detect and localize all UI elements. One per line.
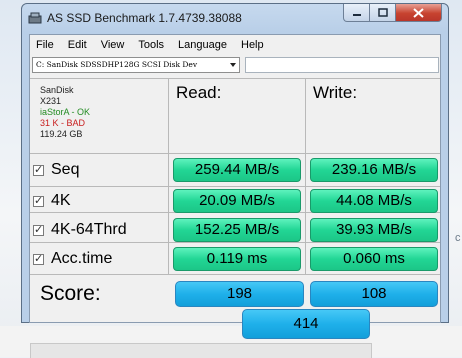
row-acc-time: Acc.time (33, 246, 112, 272)
menu-help[interactable]: Help (234, 39, 271, 51)
close-button[interactable] (396, 4, 442, 22)
drive-info: SanDisk X231 iaStorA - OK 31 K - BAD 119… (40, 85, 90, 140)
read-score: 198 (175, 281, 304, 307)
menu-view[interactable]: View (94, 39, 132, 51)
4k-64thrd-read-result: 152.25 MB/s (173, 218, 301, 242)
window-title: AS SSD Benchmark 1.7.4739.38088 (47, 11, 242, 25)
maximize-icon (377, 8, 388, 17)
close-icon (413, 7, 424, 18)
seq-read-result: 259.44 MB/s (173, 158, 301, 182)
grid-line (30, 274, 440, 275)
score-label: Score: (40, 282, 101, 305)
4k-64thrd-checkbox[interactable] (33, 223, 44, 236)
row-4k: 4K (33, 188, 71, 214)
alignment-status: 31 K - BAD (40, 118, 86, 128)
row-seq: Seq (33, 157, 79, 183)
grid-line (305, 78, 306, 274)
status-field (245, 57, 439, 73)
grid-line (30, 78, 440, 79)
menu-language[interactable]: Language (171, 39, 234, 51)
acc-time-write-result: 0.060 ms (310, 247, 438, 271)
4k-label: 4K (51, 192, 71, 209)
menu-bar: File Edit View Tools Language Help (30, 35, 440, 55)
grid-line (30, 153, 440, 154)
acc-time-checkbox[interactable] (33, 252, 44, 265)
minimize-button[interactable] (343, 4, 370, 22)
4k-checkbox[interactable] (33, 194, 44, 207)
drive-capacity: 119.24 GB (40, 129, 83, 139)
4k-64thrd-write-result: 39.93 MB/s (310, 218, 438, 242)
4k-read-result: 20.09 MB/s (173, 189, 301, 213)
acc-time-label: Acc.time (51, 250, 113, 267)
4k-64thrd-label: 4K-64Thrd (51, 221, 127, 238)
dropdown-arrow-icon[interactable] (230, 63, 236, 67)
drive-select[interactable]: C: SanDisk SDSSDHP128G SCSI Disk Dev (32, 57, 240, 73)
benchmark-window: AS SSD Benchmark 1.7.4739.38088 File Edi… (21, 3, 449, 339)
maximize-button[interactable] (370, 4, 396, 22)
title-bar[interactable]: AS SSD Benchmark 1.7.4739.38088 (22, 4, 448, 32)
write-score: 108 (310, 281, 438, 307)
drive-select-value: C: SanDisk SDSSDHP128G SCSI Disk Dev (36, 60, 198, 69)
minimize-icon (352, 13, 361, 16)
grid-line (168, 78, 169, 274)
drive-vendor: SanDisk (40, 85, 74, 95)
total-score: 414 (242, 309, 370, 339)
grid-line (30, 186, 440, 187)
driver-status: iaStorA - OK (40, 107, 91, 117)
caption-buttons (343, 4, 442, 22)
menu-edit[interactable]: Edit (61, 39, 94, 51)
client-area: File Edit View Tools Language Help C: Sa… (29, 34, 441, 339)
row-4k-64thrd: 4K-64Thrd (33, 217, 127, 243)
seq-checkbox[interactable] (33, 163, 44, 176)
background-text-fragment: c (455, 232, 461, 244)
write-header: Write: (313, 83, 358, 102)
read-header: Read: (176, 83, 222, 102)
menu-file[interactable]: File (30, 39, 61, 51)
4k-write-result: 44.08 MB/s (310, 189, 438, 213)
seq-label: Seq (51, 161, 80, 178)
seq-write-result: 239.16 MB/s (310, 158, 438, 182)
drive-model: X231 (40, 96, 62, 106)
app-icon (28, 12, 42, 24)
menu-tools[interactable]: Tools (131, 39, 171, 51)
acc-time-read-result: 0.119 ms (173, 247, 301, 271)
background-window-control (30, 343, 372, 358)
